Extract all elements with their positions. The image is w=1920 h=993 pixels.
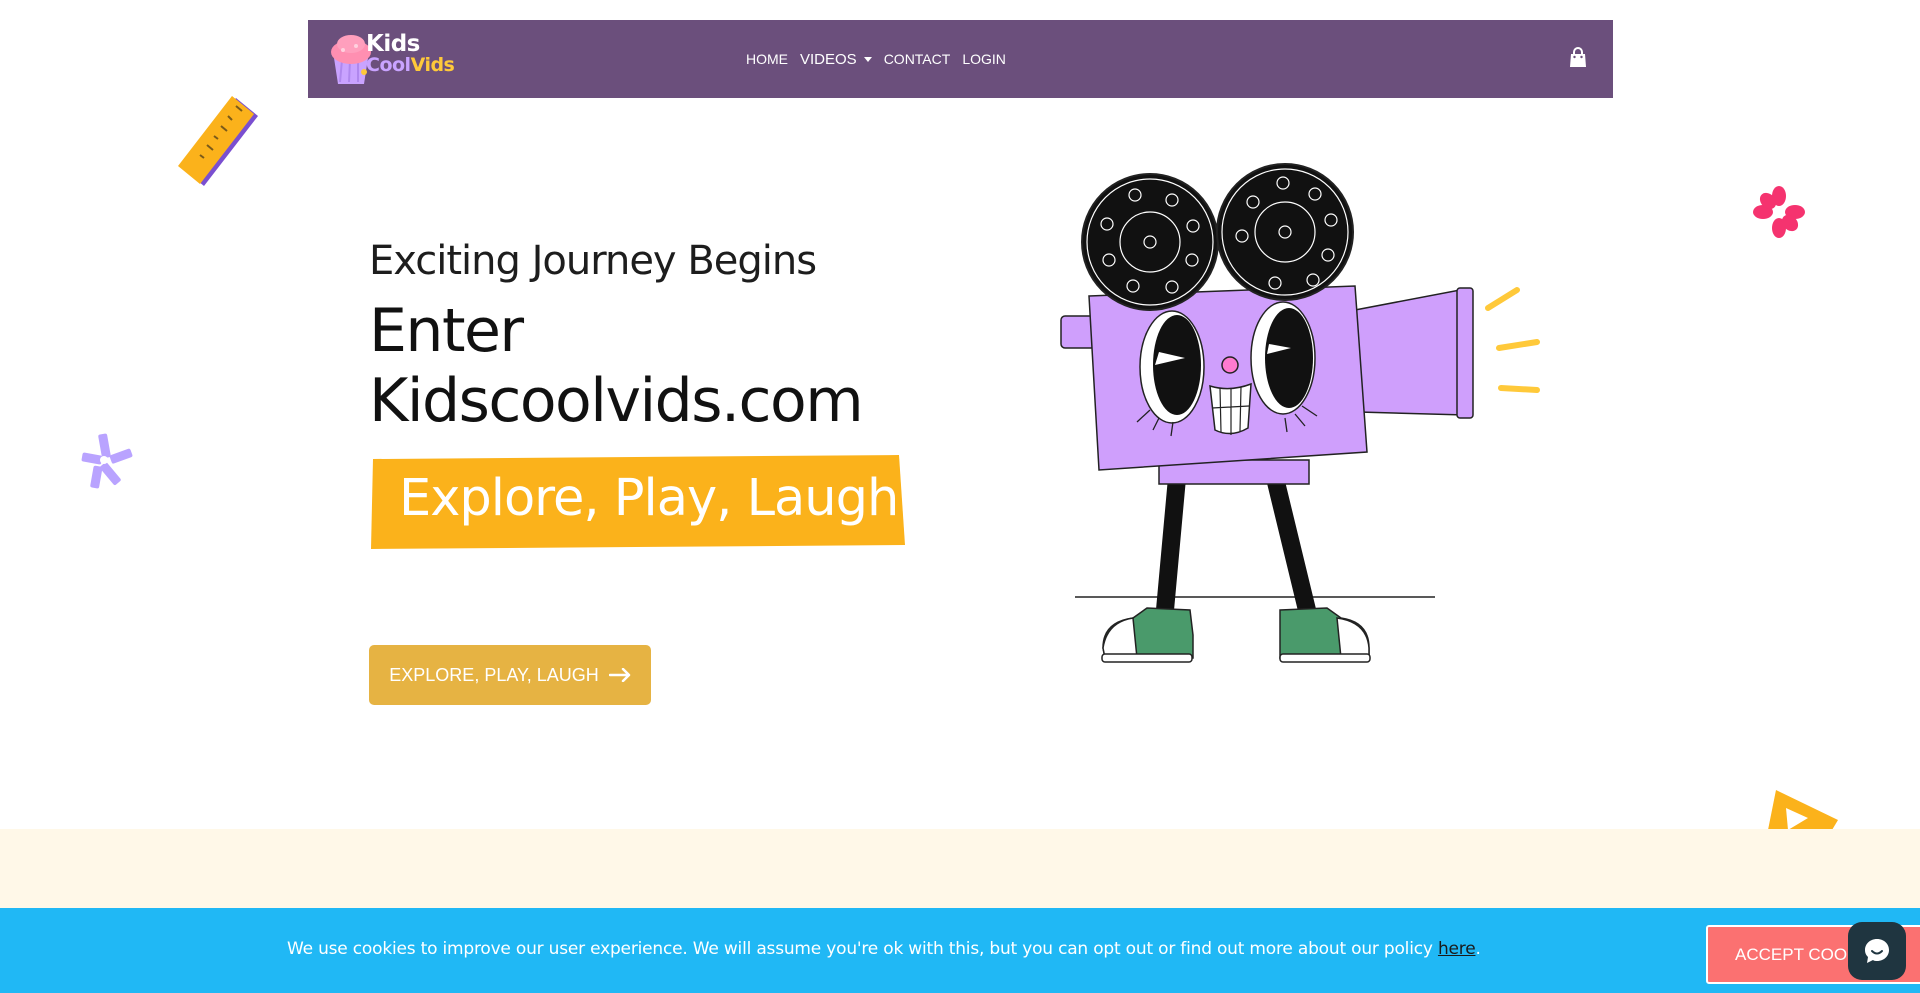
triangle-decoration-icon (1768, 790, 1838, 830)
nav-videos-label: VIDEOS (800, 50, 857, 68)
hero-banner: Explore, Play, Laugh (369, 453, 907, 549)
hero-banner-text: Explore, Play, Laugh (399, 469, 899, 528)
cookie-message-suffix: . (1475, 939, 1481, 959)
ruler-decoration-icon (178, 96, 258, 186)
site-logo[interactable]: Kids CoolVids (328, 31, 455, 87)
nav-login[interactable]: LOGIN (962, 51, 1006, 67)
nav-home[interactable]: HOME (746, 51, 788, 67)
explore-button-label: EXPLORE, PLAY, LAUGH (389, 664, 599, 685)
shopping-bag-icon[interactable] (1568, 47, 1588, 69)
logo-cool-text: Cool (366, 54, 411, 76)
cookie-banner: We use cookies to improve our user exper… (0, 908, 1920, 993)
cookie-policy-link[interactable]: here (1438, 939, 1476, 959)
caret-down-icon (863, 56, 872, 62)
logo-vids-text: Vids (410, 54, 455, 76)
hero-subtitle: Exciting Journey Begins (369, 238, 817, 284)
nav-videos-dropdown[interactable]: VIDEOS (800, 51, 872, 68)
nav-menu: HOME VIDEOS CONTACT LOGIN (746, 20, 1006, 98)
flower-decoration-icon (1753, 186, 1805, 238)
camera-mascot-illustration (1060, 163, 1540, 663)
arrow-right-icon (608, 668, 630, 682)
hero-title-line2: Kidscoolvids.com (369, 366, 864, 436)
page: Kids CoolVids HOME VIDEOS CONTACT LOGIN (0, 0, 1920, 993)
sparkle-decoration-icon (81, 433, 133, 489)
hero-title: Enter Kidscoolvids.com (369, 296, 929, 436)
logo-kids-text: Kids (366, 31, 420, 57)
cookie-message: We use cookies to improve our user exper… (287, 939, 1481, 959)
hero-title-line1: Enter (369, 296, 524, 366)
nav-contact[interactable]: CONTACT (884, 51, 951, 67)
chat-widget-button[interactable] (1848, 922, 1906, 980)
navbar: Kids CoolVids HOME VIDEOS CONTACT LOGIN (308, 20, 1613, 98)
explore-button[interactable]: EXPLORE, PLAY, LAUGH (369, 645, 651, 705)
cookie-message-text: We use cookies to improve our user exper… (287, 939, 1438, 959)
chat-bubble-icon (1865, 939, 1889, 963)
